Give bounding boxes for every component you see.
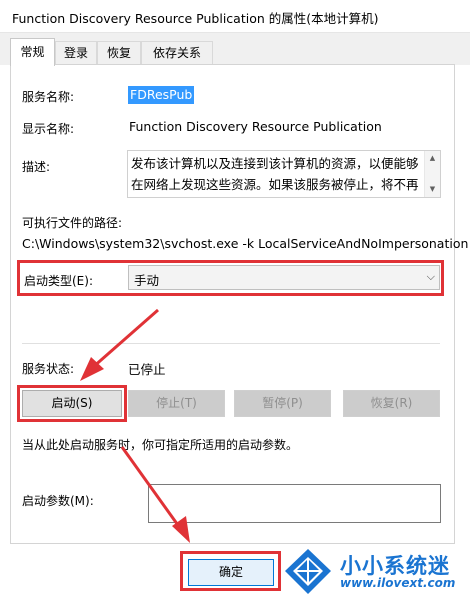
exe-path-value: C:\Windows\system32\svchost.exe -k Local… xyxy=(22,236,469,251)
windows-logo-icon xyxy=(285,549,331,594)
tab-strip: 常规 登录 恢复 依存关系 xyxy=(0,33,470,66)
tab-general[interactable]: 常规 xyxy=(10,38,55,66)
scroll-down-arrow-icon[interactable]: ▼ xyxy=(425,182,440,197)
start-button-highlight xyxy=(17,385,127,422)
exe-path-label: 可执行文件的路径: xyxy=(22,216,123,230)
description-text: 发布该计算机以及连接到该计算机的资源，以便能够在网络上发现这些资源。如果该服务被… xyxy=(131,156,419,192)
site-watermark: 小小系统迷 www.ilovext.com xyxy=(282,546,470,597)
resume-button[interactable]: 恢复(R) xyxy=(343,390,440,417)
service-name-value[interactable]: FDResPub xyxy=(128,86,195,104)
pause-button[interactable]: 暂停(P) xyxy=(234,390,331,417)
tab-logon[interactable]: 登录 xyxy=(55,41,97,65)
description-label: 描述: xyxy=(22,160,51,174)
scroll-up-arrow-icon[interactable]: ▲ xyxy=(425,151,440,166)
window-title: Function Discovery Resource Publication … xyxy=(12,11,379,26)
display-name-value: Function Discovery Resource Publication xyxy=(129,119,382,134)
display-name-label: 显示名称: xyxy=(22,122,75,136)
start-params-hint: 当从此处启动服务时，你可指定所适用的启动参数。 xyxy=(22,438,299,452)
watermark-url: www.ilovext.com xyxy=(340,576,456,590)
general-panel xyxy=(10,64,455,544)
tab-dependencies[interactable]: 依存关系 xyxy=(141,41,213,65)
description-box[interactable]: 发布该计算机以及连接到该计算机的资源，以便能够在网络上发现这些资源。如果该服务被… xyxy=(127,150,441,198)
start-params-input[interactable] xyxy=(148,484,441,523)
title-bar: Function Discovery Resource Publication … xyxy=(0,0,470,33)
ok-button-highlight xyxy=(180,551,281,591)
separator xyxy=(22,343,440,344)
description-scrollbar[interactable]: ▲ ▼ xyxy=(424,151,440,197)
startup-type-highlight xyxy=(17,260,444,296)
service-name-label: 服务名称: xyxy=(22,90,75,104)
service-status-label: 服务状态: xyxy=(22,362,75,376)
tab-recovery[interactable]: 恢复 xyxy=(97,41,141,65)
start-params-label: 启动参数(M): xyxy=(22,494,94,508)
stop-button[interactable]: 停止(T) xyxy=(128,390,225,417)
service-status-value: 已停止 xyxy=(128,362,166,377)
